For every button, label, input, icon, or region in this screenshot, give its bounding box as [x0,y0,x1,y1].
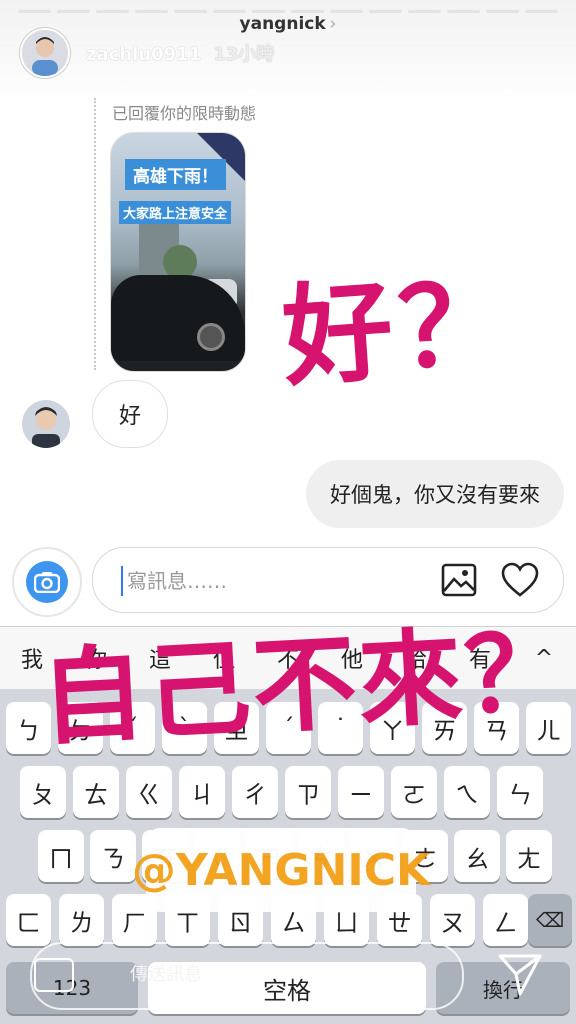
camera-icon[interactable] [34,958,74,992]
key-row3[interactable]: ㄇ [38,830,84,882]
key-row2[interactable]: ㄐ [179,766,225,818]
story-thumbnail[interactable]: 高雄下雨！ 大家路上注意安全 [110,132,246,372]
key-row2[interactable]: ㄊ [73,766,119,818]
key-row4[interactable]: ㄥ [483,894,528,946]
key-row2[interactable]: ㄍ [126,766,172,818]
key-row2[interactable]: ㄔ [232,766,278,818]
person-icon [32,37,58,76]
screen: yangnick › zachlu0911 13小時 已回覆你的限時動態 高雄下雨！… [0,0,576,1024]
key-row3[interactable]: ㄤ [506,830,552,882]
key-row4[interactable]: ㄌ [59,894,104,946]
camera-icon [26,561,68,603]
camera-button[interactable] [12,547,82,617]
key-row2[interactable]: ㄗ [285,766,331,818]
received-message[interactable]: 好 [92,380,168,448]
delete-key[interactable]: ⌫ [528,894,572,946]
send-message-bar[interactable] [30,942,464,1010]
thread-username[interactable]: yangnick › [0,14,576,34]
avatar[interactable] [20,28,70,78]
key-row2[interactable]: ㄣ [497,766,543,818]
wheel-shape [197,323,225,351]
story-subtitle: 大家路上注意安全 [119,201,232,224]
reply-label: 已回覆你的限時動態 [112,104,257,123]
person-icon [32,407,60,448]
reply-thread-line [94,98,96,370]
sent-message[interactable]: 好個鬼，你又沒有要來 [306,460,564,528]
key-row2[interactable]: ㄟ [444,766,490,818]
key-row4[interactable]: ㄡ [430,894,475,946]
story-title: 高雄下雨！ [125,159,226,190]
key-row2[interactable]: ㄧ [338,766,384,818]
mention-sticker[interactable]: @YANGNICK [132,828,430,912]
key-row3[interactable]: ㄋ [90,830,136,882]
tree-shape [163,245,197,279]
key-row4[interactable]: ㄈ [6,894,51,946]
story-progress-bars [18,10,558,13]
message-input[interactable] [121,566,419,596]
send-message-label: 傳送訊息 [130,964,202,985]
send-icon[interactable] [496,950,544,998]
key-row2[interactable]: ㄆ [20,766,66,818]
overlay-text-question: 好？ [278,258,519,402]
key-row2[interactable]: ㄛ [391,766,437,818]
key-row3[interactable]: ㄠ [454,830,500,882]
avatar[interactable] [22,400,70,448]
chevron-right-icon: › [329,14,337,34]
story-author[interactable]: zachlu0911 13小時 [86,40,274,66]
story-time: 13小時 [213,44,275,65]
overlay-text-bottom: 自己不來？ [37,610,574,760]
